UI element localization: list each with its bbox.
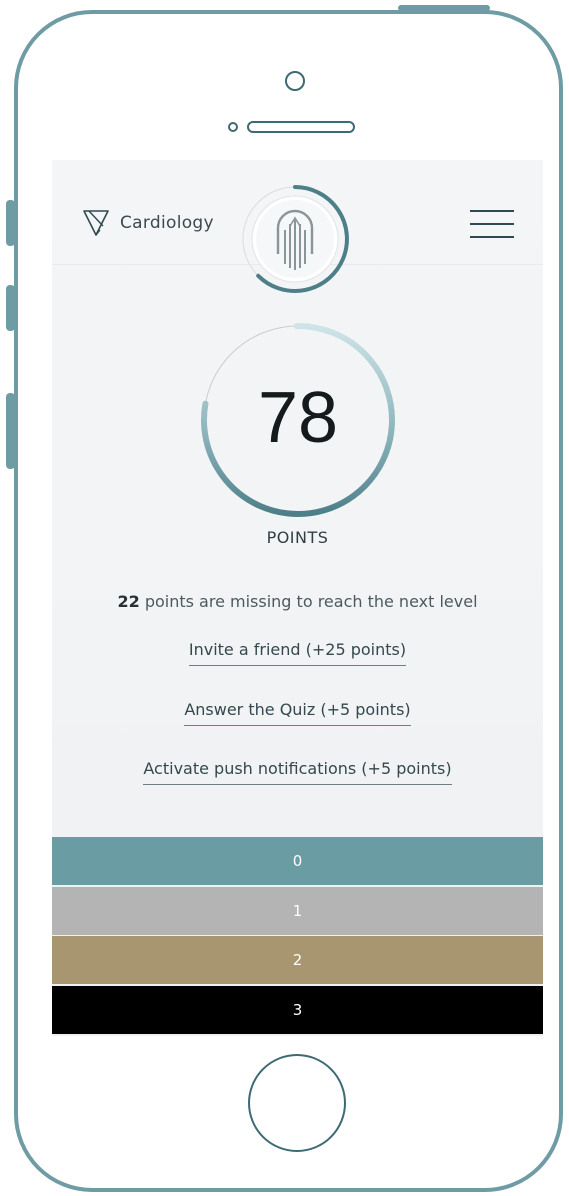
missing-points-count: 22: [117, 592, 140, 611]
level-label: 0: [292, 852, 303, 870]
proximity-sensor: [228, 122, 238, 132]
home-button[interactable]: [248, 1054, 346, 1152]
level-label: 1: [292, 902, 303, 920]
level-bar-2[interactable]: 2: [52, 936, 543, 984]
level-label: 2: [292, 951, 303, 969]
score-value: 78: [257, 378, 339, 458]
answer-quiz-link[interactable]: Answer the Quiz (+5 points): [184, 700, 411, 726]
level-bar-1[interactable]: 1: [52, 887, 543, 935]
hamburger-menu-icon[interactable]: [470, 208, 514, 240]
action-item: Activate push notifications (+5 points): [52, 759, 543, 785]
v-logo-icon: [83, 210, 109, 236]
score-label: POINTS: [266, 528, 329, 547]
level-bar-3[interactable]: 3: [52, 986, 543, 1034]
level-label: 3: [292, 1001, 303, 1019]
invite-friend-link[interactable]: Invite a friend (+25 points): [188, 640, 407, 666]
missing-points-text: 22 points are missing to reach the next …: [52, 592, 543, 611]
action-item: Answer the Quiz (+5 points): [52, 700, 543, 726]
level-bar-0[interactable]: 0: [52, 837, 543, 885]
brand[interactable]: Cardiology: [82, 208, 214, 238]
front-camera: [285, 71, 305, 91]
activate-push-link[interactable]: Activate push notifications (+5 points): [143, 759, 452, 785]
missing-points-message: points are missing to reach the next lev…: [139, 592, 478, 611]
app-screen: Cardiology 78 POINTS 22 points are missi…: [52, 160, 543, 1036]
building-logo-icon[interactable]: [238, 182, 352, 296]
action-item: Invite a friend (+25 points): [52, 640, 543, 666]
earpiece-speaker: [247, 121, 355, 133]
brand-label: Cardiology: [120, 213, 214, 233]
